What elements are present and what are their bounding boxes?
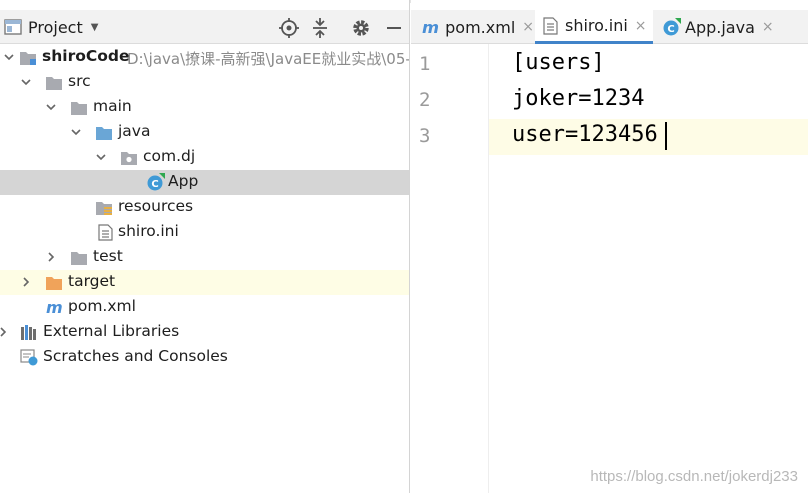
chevron-right-icon[interactable] [0,326,9,338]
collapse-all-icon[interactable] [309,17,331,39]
code-line[interactable]: joker=1234 [512,86,644,111]
ini-file-icon [543,16,558,35]
minimize-icon[interactable] [383,17,405,39]
tree-item-package[interactable]: com.dj [0,145,409,170]
tab-label: shiro.ini [565,16,628,35]
code-line[interactable]: user=123456 [512,122,658,147]
editor-tabbar: m pom.xml × shiro.ini × C App.java × [411,10,808,44]
tab-app-java[interactable]: C App.java × [654,10,784,44]
project-panel-title: Project [28,17,83,37]
tree-label-pom: pom.xml [68,297,136,315]
excluded-folder-icon [46,277,62,290]
java-class-icon: C [663,17,681,35]
tree-label-app: App [168,172,199,190]
tree-label-scratches: Scratches and Consoles [43,347,228,365]
svg-text:C: C [151,179,158,190]
tree-label-external-libraries: External Libraries [43,322,180,340]
project-panel-header: Project ▼ [0,10,409,44]
project-path: D:\java\撩课-高新强\JavaEE就业实战\05-S [127,50,410,68]
ini-file-icon [98,224,113,241]
tree-label-main: main [93,97,132,115]
tab-shiro-ini[interactable]: shiro.ini × [535,10,653,44]
maven-icon: m [46,299,63,316]
locate-icon[interactable] [278,17,300,39]
chevron-down-icon: ▼ [90,21,99,33]
svg-text:m: m [422,18,439,36]
gear-icon[interactable] [350,17,372,39]
tree-label-test: test [93,247,123,265]
tree-label-package: com.dj [143,147,196,165]
chevron-down-icon[interactable] [70,126,82,138]
folder-icon [71,102,87,115]
tree-item-target[interactable]: target [0,270,409,295]
module-folder-icon [20,52,36,65]
line-number: 3 [419,125,431,147]
text-caret [665,122,667,150]
close-icon[interactable]: × [635,18,647,34]
tree-item-scratches[interactable]: Scratches and Consoles [0,345,409,370]
tree-label-resources: resources [118,197,194,215]
project-panel-icon [4,19,22,35]
line-number: 1 [419,53,431,75]
chevron-right-icon[interactable] [45,251,57,263]
resources-folder-icon [96,202,112,215]
tree-label-java: java [118,122,151,140]
tab-label: App.java [685,17,755,37]
package-icon [121,152,137,165]
source-folder-icon [96,127,112,140]
line-number: 2 [419,89,431,111]
watermark: https://blog.csdn.net/jokerdj233 [590,468,798,485]
project-panel: Project ▼ shiroCode D:\java\撩课-高新强\JavaE… [0,0,410,493]
tree-item-main[interactable]: main [0,95,409,120]
library-icon [21,325,36,340]
tree-label-src: src [68,72,91,90]
svg-text:C: C [667,24,674,35]
tree-item-pom[interactable]: m pom.xml [0,295,409,320]
tree-item-java[interactable]: java [0,120,409,145]
chevron-right-icon[interactable] [20,276,32,288]
tree-item-resources[interactable]: resources [0,195,409,220]
svg-text:m: m [46,299,63,316]
chevron-down-icon[interactable] [45,101,57,113]
line-number-gutter: 1 2 3 [411,44,489,493]
tree-label-shiro-ini: shiro.ini [118,222,179,240]
scratches-icon [20,349,38,366]
project-view-selector[interactable]: Project ▼ [4,17,98,37]
close-icon[interactable]: × [522,19,534,35]
tree-label-target: target [68,272,116,290]
tree-item-app[interactable]: C App [0,170,409,195]
code-line[interactable]: [users] [512,50,605,75]
editor-panel: m pom.xml × shiro.ini × C App.java × 1 2… [411,0,808,493]
tree-label-shirocode: shiroCode [42,47,130,65]
tree-item-shiro-ini[interactable]: shiro.ini [0,220,409,245]
tab-pom-xml[interactable]: m pom.xml × [411,10,534,44]
tree-item-test[interactable]: test [0,245,409,270]
chevron-down-icon[interactable] [95,151,107,163]
folder-icon [46,77,62,90]
close-icon[interactable]: × [762,19,774,35]
tree-item-shirocode[interactable]: shiroCode D:\java\撩课-高新强\JavaEE就业实战\05-S [0,45,410,70]
java-class-icon: C [147,173,165,191]
folder-icon [71,252,87,265]
chevron-down-icon[interactable] [20,76,32,88]
tree-item-external-libraries[interactable]: External Libraries [0,320,409,345]
chevron-down-icon[interactable] [3,51,15,63]
tree-item-src[interactable]: src [0,70,409,95]
tab-label: pom.xml [445,17,516,37]
maven-icon: m [422,18,439,36]
